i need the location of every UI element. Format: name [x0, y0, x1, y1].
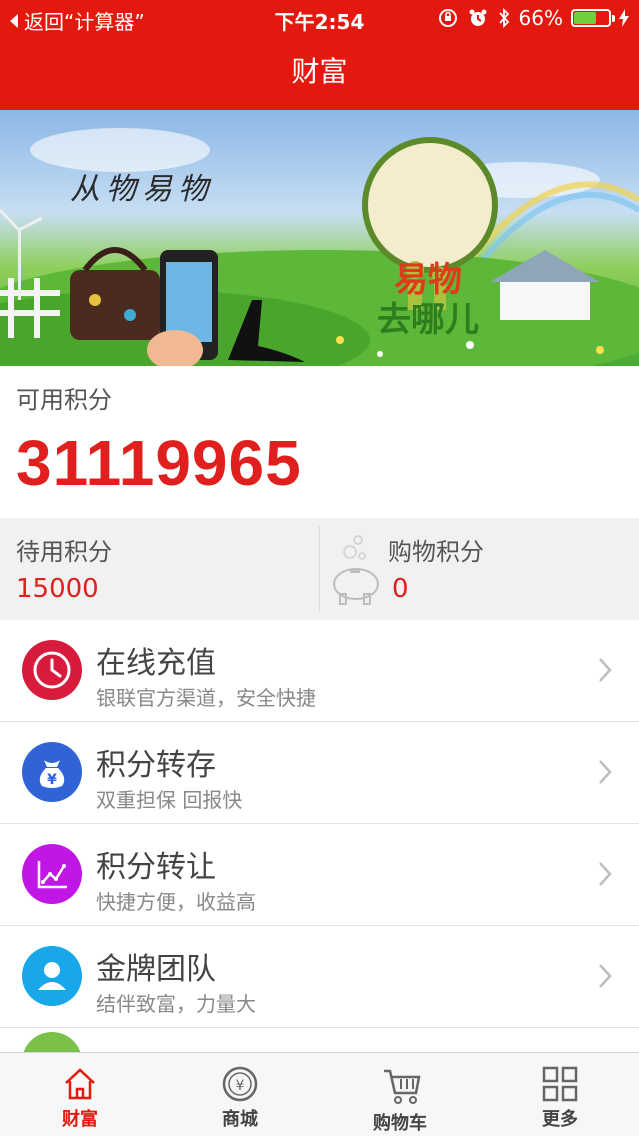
tab-label: 更多: [542, 1109, 578, 1130]
chart-icon: [22, 844, 82, 904]
partial-menu-icon: [22, 1032, 82, 1052]
user-icon: [22, 946, 82, 1006]
battery-fill: [574, 12, 596, 24]
menu-item-points-deposit[interactable]: ¥ 积分转存 双重担保 回报快: [0, 722, 639, 824]
bottom-tab-bar: 财富 ¥ 商城 购物车 更多: [0, 1052, 639, 1136]
banner-title-line2: 去哪儿: [377, 300, 479, 340]
shopping-points-label: 购物积分: [388, 538, 484, 566]
menu-item-gold-team[interactable]: 金牌团队 结伴致富，力量大: [0, 926, 639, 1028]
yen-coin-icon: ¥: [222, 1066, 258, 1102]
moneybag-icon: ¥: [22, 742, 82, 802]
menu-item-title: 金牌团队: [96, 952, 216, 987]
available-points-label: 可用积分: [16, 386, 112, 414]
page-title: 财富: [291, 55, 348, 88]
banner-illustration: [0, 128, 639, 366]
pending-points-value: 15000: [16, 574, 99, 604]
menu-item-partial[interactable]: [0, 1028, 639, 1052]
chevron-right-icon: [599, 964, 612, 988]
shopping-points-block: 购物积分 0: [320, 518, 639, 620]
tab-mall[interactable]: ¥ 商城: [160, 1053, 320, 1137]
menu-item-title: 在线充值: [96, 646, 216, 681]
grid-icon: [542, 1066, 578, 1102]
promo-banner[interactable]: 从物易物 易物 去哪儿: [0, 110, 639, 366]
piggy-bank-icon: [333, 535, 379, 605]
wealth-menu-list: 在线充值 银联官方渠道，安全快捷 ¥ 积分转存 双重担保 回报快 积分转让 快捷…: [0, 620, 639, 1052]
available-points-value: 31119965: [16, 427, 302, 499]
rotation-lock-icon: [438, 9, 457, 27]
bluetooth-icon: [498, 7, 509, 29]
banner-caption: 从物易物: [70, 172, 214, 207]
home-icon: [65, 1068, 95, 1100]
banner-title: 易物 去哪儿: [368, 260, 488, 340]
menu-item-points-transfer[interactable]: 积分转让 快捷方便，收益高: [0, 824, 639, 926]
tab-label: 购物车: [373, 1113, 427, 1134]
chevron-right-icon: [599, 658, 612, 682]
status-icons: 66%: [437, 6, 629, 30]
tab-wealth[interactable]: 财富: [0, 1053, 160, 1137]
status-bar: 返回“计算器” 下午2:54 66%: [0, 0, 639, 36]
cart-icon: [384, 1069, 421, 1104]
battery-percent: 66%: [518, 6, 563, 30]
menu-item-subtitle: 结伴致富，力量大: [96, 992, 256, 1016]
available-points-section: 可用积分 31119965: [0, 366, 639, 518]
svg-text:¥: ¥: [236, 1078, 245, 1094]
pending-points-label: 待用积分: [16, 538, 112, 566]
tab-more[interactable]: 更多: [480, 1053, 639, 1137]
tab-label: 财富: [62, 1109, 98, 1130]
clock-icon: [22, 640, 82, 700]
sub-points-section: 待用积分 15000 购物积分 0: [0, 518, 639, 620]
tab-label: 商城: [222, 1109, 258, 1130]
chevron-right-icon: [599, 862, 612, 886]
svg-text:¥: ¥: [47, 772, 57, 788]
menu-item-online-recharge[interactable]: 在线充值 银联官方渠道，安全快捷: [0, 620, 639, 722]
banner-title-line1: 易物: [394, 260, 462, 300]
pending-points-block: 待用积分 15000: [0, 518, 319, 620]
top-bar: 返回“计算器” 下午2:54 66% 财富: [0, 0, 639, 110]
battery-icon: [571, 9, 615, 27]
charging-bolt-icon: [619, 9, 629, 27]
alarm-icon: [469, 9, 487, 26]
menu-item-title: 积分转存: [96, 748, 216, 783]
tab-cart[interactable]: 购物车: [320, 1053, 480, 1137]
menu-item-subtitle: 银联官方渠道，安全快捷: [96, 686, 316, 710]
shopping-points-value: 0: [392, 574, 409, 604]
menu-item-title: 积分转让: [96, 850, 216, 885]
chevron-right-icon: [599, 760, 612, 784]
menu-item-subtitle: 双重担保 回报快: [96, 788, 243, 812]
menu-item-subtitle: 快捷方便，收益高: [96, 890, 256, 914]
